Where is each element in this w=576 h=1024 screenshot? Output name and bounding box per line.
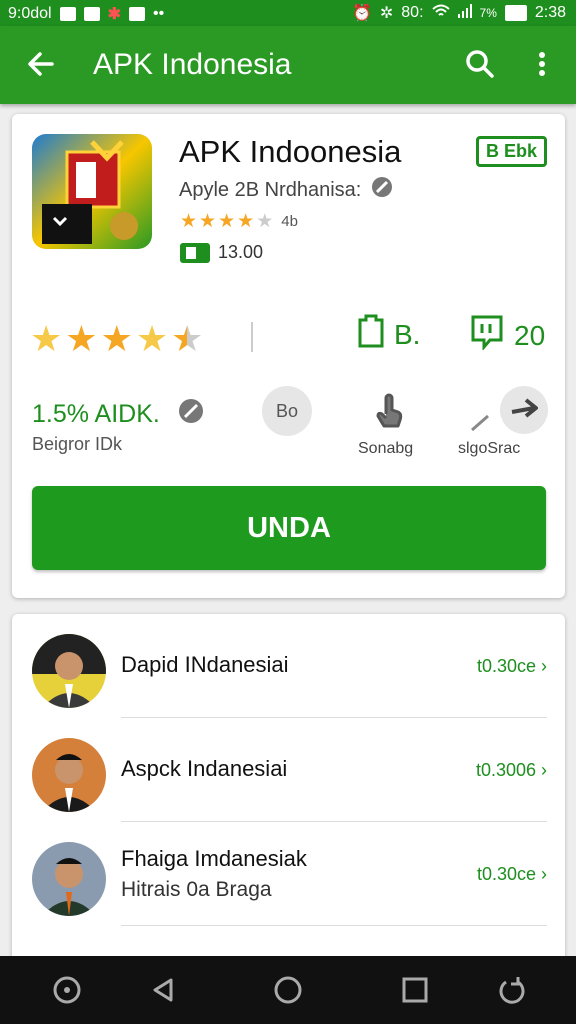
assistant-icon[interactable]	[51, 974, 83, 1006]
downloads-value: 1.5% AIDK.	[32, 400, 160, 428]
bluetooth-icon: ✲	[379, 5, 394, 22]
app-notification-icon: ✱	[107, 6, 121, 23]
clock: 2:38	[534, 4, 566, 21]
more-vert-icon[interactable]	[524, 44, 560, 84]
wifi-icon	[431, 4, 450, 23]
signal-icon	[457, 3, 472, 23]
battery-percent: 7%	[479, 6, 497, 20]
star-icon: ★	[218, 211, 236, 232]
list-item-title: Aspck Indanesiai	[121, 756, 288, 781]
downloads-row: 1.5% AIDK.	[32, 398, 204, 431]
star-icon: ★	[180, 211, 198, 232]
battery-saver-text: 80:	[401, 4, 424, 21]
list-item-subtitle: Hitrais 0a Braga	[121, 878, 272, 901]
app-title: APK Indoonesia	[179, 134, 402, 169]
app-bar: APK Indonesia	[0, 26, 576, 104]
home-nav-icon[interactable]	[272, 974, 304, 1006]
back-nav-icon[interactable]	[147, 974, 179, 1006]
star-icon: ★	[237, 211, 255, 232]
size-stat: B.	[358, 314, 420, 355]
notification-icon	[83, 7, 100, 21]
downloads-label: Beigror IDk	[32, 434, 123, 454]
star-half-icon: ★	[171, 318, 204, 359]
action-circle-button[interactable]: Bo	[262, 386, 312, 436]
status-left-text: 9:0dol	[8, 5, 52, 22]
blocked-icon	[371, 176, 393, 204]
more-notifications-icon: ••	[153, 5, 165, 22]
reviews-stat: 20	[470, 314, 545, 357]
content-rating-badge: B Ebk	[475, 136, 547, 167]
list-item-value: t0.3006 ›	[475, 760, 547, 780]
reviews-value: 20	[514, 319, 546, 351]
list-item[interactable]: Dapid INdanesiai t0.30ce ›	[12, 614, 565, 718]
star-icon: ★	[65, 318, 98, 359]
app-icon	[32, 134, 152, 249]
avatar	[32, 634, 106, 708]
star-empty-icon: ★	[256, 211, 274, 232]
list-item[interactable]: Aspck Indanesiai t0.3006 ›	[12, 718, 565, 822]
list-item-value: t0.30ce ›	[476, 864, 547, 884]
developer-name: Apyle 2B Nrdhanisa:	[179, 178, 362, 201]
search-icon[interactable]	[460, 44, 500, 84]
alarm-icon: ⏰	[351, 5, 372, 22]
rotate-icon[interactable]	[496, 974, 528, 1006]
small-rating: ★ ★ ★ ★ ★ 4b	[180, 210, 298, 233]
star-icon: ★	[135, 318, 169, 359]
action2-label: Sonabg	[358, 440, 414, 457]
file-icon	[358, 314, 384, 355]
battery-icon	[504, 5, 527, 21]
recents-nav-icon[interactable]	[399, 974, 431, 1006]
avatar	[32, 842, 106, 916]
image-icon	[129, 7, 145, 21]
navigation-bar	[0, 956, 576, 1024]
related-list-card: Dapid INdanesiai t0.30ce › Aspck Indanes…	[12, 614, 565, 974]
install-button[interactable]: UNDA	[32, 486, 546, 570]
comment-icon	[470, 314, 504, 357]
arrow-left-icon[interactable]	[22, 44, 62, 84]
touch-icon[interactable]	[370, 390, 410, 430]
page-title: APK Indonesia	[93, 48, 292, 81]
divider	[121, 925, 547, 926]
divider	[251, 322, 253, 352]
blocked-icon	[178, 398, 204, 431]
rating-count: 4b	[281, 213, 298, 230]
star-icon: ★	[30, 318, 63, 359]
list-item-title: Dapid INdanesiai	[121, 652, 289, 677]
list-item[interactable]: Fhaiga Imdanesiak Hitrais 0a Braga t0.30…	[12, 822, 565, 926]
status-bar: 9:0dol ✱ •• ⏰ ✲ 80: 7% 2:38	[0, 0, 576, 26]
share-icon[interactable]	[468, 386, 548, 436]
action3-label: slgoSrac	[458, 440, 521, 457]
mail-icon	[59, 7, 76, 21]
star-icon: ★	[199, 211, 217, 232]
avatar	[32, 738, 106, 812]
list-item-title: Fhaiga Imdanesiak	[121, 846, 307, 871]
price-value: 13.00	[218, 242, 264, 262]
price-tag-icon	[180, 242, 210, 263]
app-detail-card: APK Indoonesia B Ebk Apyle 2B Nrdhanisa:…	[12, 114, 565, 598]
developer-row[interactable]: Apyle 2B Nrdhanisa:	[179, 176, 393, 204]
price-row: 13.00	[180, 242, 263, 263]
list-item-value: t0.30ce ›	[476, 656, 547, 676]
big-rating: ★ ★ ★ ★ ★	[30, 318, 203, 360]
size-value: B.	[394, 318, 421, 350]
star-icon: ★	[100, 318, 133, 359]
